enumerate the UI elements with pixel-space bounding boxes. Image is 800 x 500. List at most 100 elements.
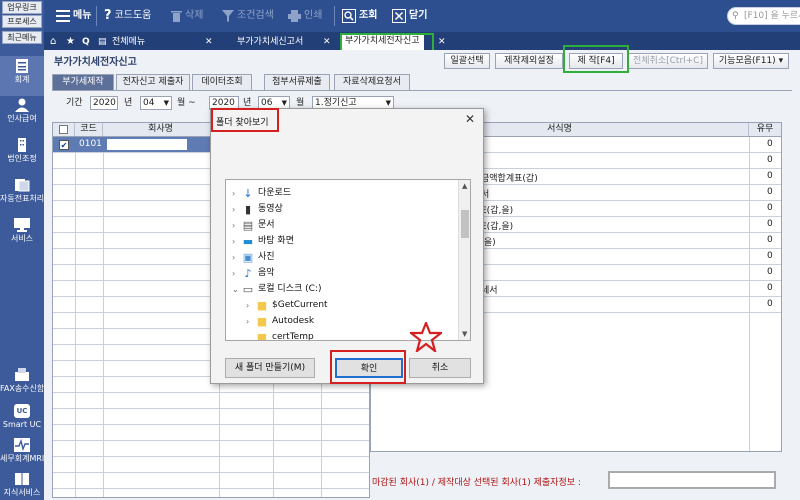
subtab-data-view[interactable]: 데이터조회 <box>192 74 252 90</box>
document-icon: ▤ <box>242 219 254 232</box>
expand-arrow-icon[interactable]: › <box>232 185 235 202</box>
expand-arrow-icon[interactable]: › <box>232 265 235 282</box>
menu-button[interactable]: 메뉴 <box>56 7 91 25</box>
chevron-down-icon: ▾ <box>778 56 784 66</box>
sidebar-item-mri[interactable]: 세무회계MRI <box>0 438 44 468</box>
subtab-vat-make[interactable]: 부가세제작 <box>52 74 114 90</box>
tree-scrollbar[interactable]: ▲ ▼ <box>458 180 470 340</box>
cancel-button[interactable]: 취소 <box>409 358 471 378</box>
filter-label: 조건검색 <box>237 10 274 21</box>
tree-node-label: 문서 <box>258 220 275 230</box>
tree-node-label: $GetCurrent <box>272 300 328 310</box>
select-all-button[interactable]: 일괄선택 <box>444 53 490 69</box>
scroll-down-icon[interactable]: ▼ <box>462 330 467 338</box>
recent-menu-button[interactable]: 최근메뉴 <box>2 31 42 44</box>
subtab-delete-request[interactable]: 자료삭제요청서 <box>334 74 410 90</box>
chevron-down-icon: ▼ <box>163 99 169 107</box>
tree-node-label: 다운로드 <box>258 188 292 198</box>
close-label: 닫기 <box>409 10 428 21</box>
expand-arrow-icon[interactable]: › <box>232 201 235 218</box>
exists-count-cell: 0 <box>767 155 773 165</box>
submitter-info-field[interactable] <box>608 471 776 489</box>
close-box-icon <box>392 9 406 23</box>
expand-arrow-icon[interactable]: › <box>246 297 249 314</box>
trash-icon <box>171 11 182 22</box>
star-icon[interactable]: ★ <box>66 34 75 50</box>
cancel-all-button[interactable]: 전체취소[Ctrl+C] <box>628 53 708 69</box>
print-label: 인쇄 <box>304 10 323 21</box>
q-icon[interactable]: Q <box>82 34 90 50</box>
tree-node[interactable]: ↓ 다운로드 <box>242 185 291 202</box>
sidebar-item-corp[interactable]: 법인조정 <box>0 138 44 174</box>
tree-node[interactable]: ■ $GetCurrent <box>256 297 328 314</box>
hamburger-icon <box>56 10 70 22</box>
functions-button[interactable]: 기능모음(F11) ▾ <box>713 53 789 69</box>
form-name-cell: E(갑,을) <box>481 222 514 232</box>
expand-arrow-icon[interactable]: › <box>232 249 235 266</box>
sidebar-item-label: 회계 <box>14 75 30 84</box>
month-range-label: 월 ~ <box>177 98 196 108</box>
process-button[interactable]: 프로세스 <box>2 15 42 28</box>
expand-arrow-icon[interactable]: › <box>246 313 249 330</box>
exists-count-cell: 0 <box>767 171 773 181</box>
slip-icon <box>15 179 30 192</box>
tree-node[interactable]: ♪ 음악 <box>242 265 274 282</box>
folder-icon: ■ <box>256 331 268 341</box>
expand-arrow-icon[interactable]: ⌄ <box>232 281 239 298</box>
delete-button[interactable]: 삭제 <box>171 7 203 25</box>
tree-node[interactable]: ▮ 동영상 <box>242 201 283 218</box>
tree-node[interactable]: ■ Autodesk <box>256 313 314 330</box>
tab-close-icon[interactable]: ✕ <box>205 34 213 50</box>
subtab-submitter[interactable]: 전자신고 제출자 <box>116 74 190 90</box>
menu-search-input[interactable]: ⚲ [F10] 을 누르세요 <box>727 7 800 25</box>
print-button[interactable]: 인쇄 <box>288 7 322 25</box>
code-help-button[interactable]: ? 코드도움 <box>104 7 151 25</box>
expand-arrow-icon[interactable]: › <box>232 233 235 250</box>
sidebar-item-auto-slip[interactable]: 자동전표처리 <box>0 178 44 214</box>
year-from-field[interactable]: 2020 <box>90 96 118 110</box>
tab-close-icon[interactable]: ✕ <box>438 34 446 50</box>
exclude-setting-button[interactable]: 제작제외설정 <box>495 53 563 69</box>
tree-node[interactable]: ▬ 바탕 화면 <box>242 233 294 250</box>
tree-node[interactable]: ▭ 로컬 디스크 (C:) <box>242 281 322 298</box>
home-icon[interactable]: ⌂ <box>50 34 56 50</box>
header-checkbox[interactable] <box>53 123 75 136</box>
subtab-attachments[interactable]: 첨부서류제출 <box>264 74 330 90</box>
highlight-box-red-title <box>211 108 279 132</box>
sidebar-item-accounting[interactable]: 회계 <box>0 56 44 96</box>
close-button[interactable]: 닫기 <box>392 7 427 25</box>
form-name-cell: E(갑,을) <box>481 206 514 216</box>
folder-tree[interactable]: › ↓ 다운로드 › ▮ 동영상 › ▤ 문서 › ▬ 바탕 화면 › ▣ 사진 › ♪ 음악 ⌄ ▭ 로컬 디스크 (… <box>225 179 471 341</box>
row-code: 0101 <box>79 139 102 149</box>
sidebar-item-hr[interactable]: 인사급여 <box>0 98 44 134</box>
tab-close-icon[interactable]: ✕ <box>323 34 331 50</box>
sidebar-item-knowledge[interactable]: 지식서비스 <box>0 472 44 500</box>
lookup-button[interactable]: 조회 <box>342 7 377 25</box>
scroll-up-icon[interactable]: ▲ <box>462 182 467 190</box>
month-from-select[interactable]: 04 ▼ <box>140 96 172 110</box>
building-icon <box>18 138 26 152</box>
tree-node[interactable]: ▣ 사진 <box>242 249 275 266</box>
tree-node[interactable]: ▤ 문서 <box>242 217 275 234</box>
sidebar-item-label: 서비스 <box>10 234 34 243</box>
sidebar-item-service[interactable]: 서비스 <box>0 218 44 254</box>
tab-all-menu[interactable]: 전체메뉴 <box>112 34 145 50</box>
sidebar-item-fax[interactable]: FAX송수신함 <box>0 368 44 400</box>
sidebar-item-smart-uc[interactable]: UC Smart UC <box>0 404 44 436</box>
work-link-button[interactable]: 업무링크 <box>2 1 42 14</box>
new-folder-button[interactable]: 새 폴더 만들기(M) <box>225 358 315 378</box>
report-type-value: 1.정기신고 <box>315 98 357 108</box>
exists-count-cell: 0 <box>767 219 773 229</box>
expand-arrow-icon[interactable]: › <box>232 217 235 234</box>
filter-button[interactable]: 조건검색 <box>222 7 274 25</box>
document-icon[interactable]: ▤ <box>98 34 107 50</box>
tree-node[interactable]: ■ certTemp <box>256 329 314 341</box>
code-help-label: 코드도움 <box>114 10 152 21</box>
scroll-thumb[interactable] <box>461 210 469 238</box>
sidebar-item-label: 자동전표처리 <box>0 194 44 203</box>
dialog-close-button[interactable]: ✕ <box>465 112 475 126</box>
tree-node-label: certTemp <box>272 332 314 341</box>
tab-vat-report[interactable]: 부가가치세신고서 <box>237 34 303 50</box>
row-checkbox[interactable]: ✔ <box>59 140 69 150</box>
row-company-name-field[interactable] <box>107 139 187 150</box>
